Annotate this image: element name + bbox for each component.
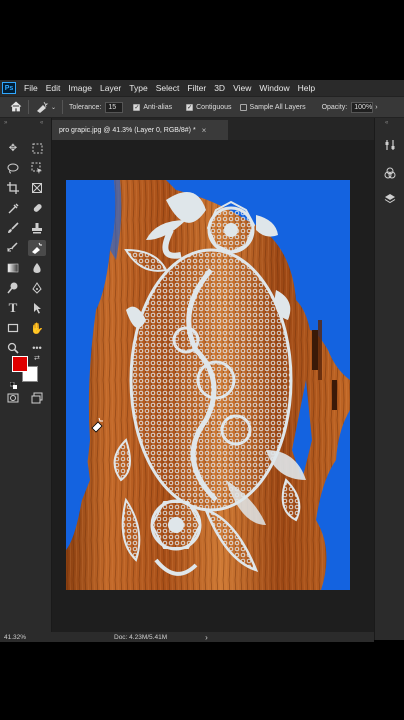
chevron-down-icon[interactable]: ⌄ <box>51 104 56 111</box>
object-selection-tool-icon[interactable] <box>28 160 46 176</box>
document-tab[interactable]: pro grapic.jpg @ 41.3% (Layer 0, RGB/8#)… <box>52 120 228 140</box>
clone-stamp-tool-icon[interactable] <box>28 220 46 236</box>
blur-tool-icon[interactable] <box>28 260 46 276</box>
opacity-input[interactable]: 100% <box>351 101 374 113</box>
toolbar-collapse[interactable]: « <box>40 120 43 126</box>
sample-all-layers-checkbox[interactable] <box>239 103 247 111</box>
contiguous-label: Contiguous <box>196 103 232 111</box>
brush-tool-icon[interactable] <box>4 220 22 236</box>
contiguous-option[interactable]: ✓ Contiguous <box>186 103 232 111</box>
document-tabs: pro grapic.jpg @ 41.3% (Layer 0, RGB/8#)… <box>52 118 374 140</box>
menu-view[interactable]: View <box>233 83 251 93</box>
contiguous-checkbox[interactable]: ✓ <box>186 103 194 111</box>
menu-image[interactable]: Image <box>68 83 92 93</box>
close-icon[interactable]: × <box>202 126 207 135</box>
dodge-tool-icon[interactable] <box>4 280 22 296</box>
status-menu-arrow[interactable]: › <box>205 633 208 642</box>
move-tool-icon[interactable]: ✥ <box>4 140 22 156</box>
right-panel-dock: « <box>374 118 404 640</box>
anti-alias-label: Anti-alias <box>143 103 173 111</box>
status-bar: 41.32% Doc: 4.23M/5.41M › <box>0 632 374 642</box>
quick-mask-icon[interactable] <box>4 390 22 406</box>
tools-panel: » « ✥ T ✋ ••• ⇄ <box>0 118 52 640</box>
lasso-tool-icon[interactable] <box>4 160 22 176</box>
sample-all-layers-label: Sample All Layers <box>249 103 306 111</box>
menu-bar: Ps File Edit Image Layer Type Select Fil… <box>0 80 404 96</box>
anti-alias-checkbox[interactable]: ✓ <box>133 103 141 111</box>
lace-on-wood-image <box>66 180 350 590</box>
menu-file[interactable]: File <box>24 83 38 93</box>
magic-eraser-preset-icon[interactable]: ⌄ <box>35 101 56 113</box>
crop-tool-icon[interactable] <box>4 180 22 196</box>
foreground-color-swatch[interactable] <box>12 356 28 372</box>
menu-3d[interactable]: 3D <box>214 83 225 93</box>
menu-help[interactable]: Help <box>298 83 315 93</box>
options-bar: ⌄ Tolerance: 15 ✓ Anti-alias ✓ Contiguou… <box>0 96 404 118</box>
history-brush-tool-icon[interactable] <box>4 240 22 256</box>
chevron-right-icon[interactable]: › <box>375 104 377 111</box>
path-selection-tool-icon[interactable] <box>28 300 46 316</box>
document-tab-title: pro grapic.jpg @ 41.3% (Layer 0, RGB/8#)… <box>59 126 196 134</box>
rectangle-tool-icon[interactable] <box>4 320 22 336</box>
spot-healing-tool-icon[interactable] <box>28 200 46 216</box>
menu-layer[interactable]: Layer <box>100 83 121 93</box>
tolerance-input[interactable]: 15 <box>105 101 124 113</box>
frame-tool-icon[interactable] <box>28 180 46 196</box>
screen-mode-icon[interactable] <box>28 390 46 406</box>
layers-icon[interactable] <box>383 192 397 206</box>
toolbar-grip[interactable]: » <box>4 120 7 126</box>
zoom-tool-icon[interactable] <box>4 340 22 356</box>
pen-tool-icon[interactable] <box>28 280 46 296</box>
anti-alias-option[interactable]: ✓ Anti-alias <box>133 103 173 111</box>
tolerance-label: Tolerance: <box>69 103 102 111</box>
menu-type[interactable]: Type <box>129 83 147 93</box>
default-colors-icon[interactable] <box>9 376 17 389</box>
menu-edit[interactable]: Edit <box>46 83 61 93</box>
marquee-tool-icon[interactable] <box>28 140 46 156</box>
gradient-tool-icon[interactable] <box>4 260 22 276</box>
document-size-info: Doc: 4.23M/5.41M <box>114 633 168 641</box>
divider <box>62 100 64 114</box>
adjustments-icon[interactable] <box>383 138 397 152</box>
sample-all-layers-option[interactable]: Sample All Layers <box>239 103 306 111</box>
photoshop-logo: Ps <box>2 82 16 94</box>
divider <box>28 100 29 114</box>
magic-eraser-tool-icon[interactable] <box>28 240 46 256</box>
swap-colors-icon[interactable]: ⇄ <box>34 354 40 362</box>
canvas-area[interactable] <box>52 140 374 632</box>
opacity-label: Opacity: <box>321 103 348 111</box>
hand-tool-icon[interactable]: ✋ <box>28 320 46 336</box>
menu-window[interactable]: Window <box>259 83 289 93</box>
document-image[interactable] <box>66 180 350 590</box>
home-icon[interactable] <box>10 100 22 114</box>
channels-icon[interactable] <box>383 166 397 180</box>
zoom-level[interactable]: 41.32% <box>0 632 52 642</box>
panel-collapse[interactable]: « <box>385 120 388 126</box>
eyedropper-tool-icon[interactable] <box>4 200 22 216</box>
menu-select[interactable]: Select <box>156 83 180 93</box>
menu-filter[interactable]: Filter <box>187 83 206 93</box>
type-tool-icon[interactable]: T <box>4 300 22 316</box>
